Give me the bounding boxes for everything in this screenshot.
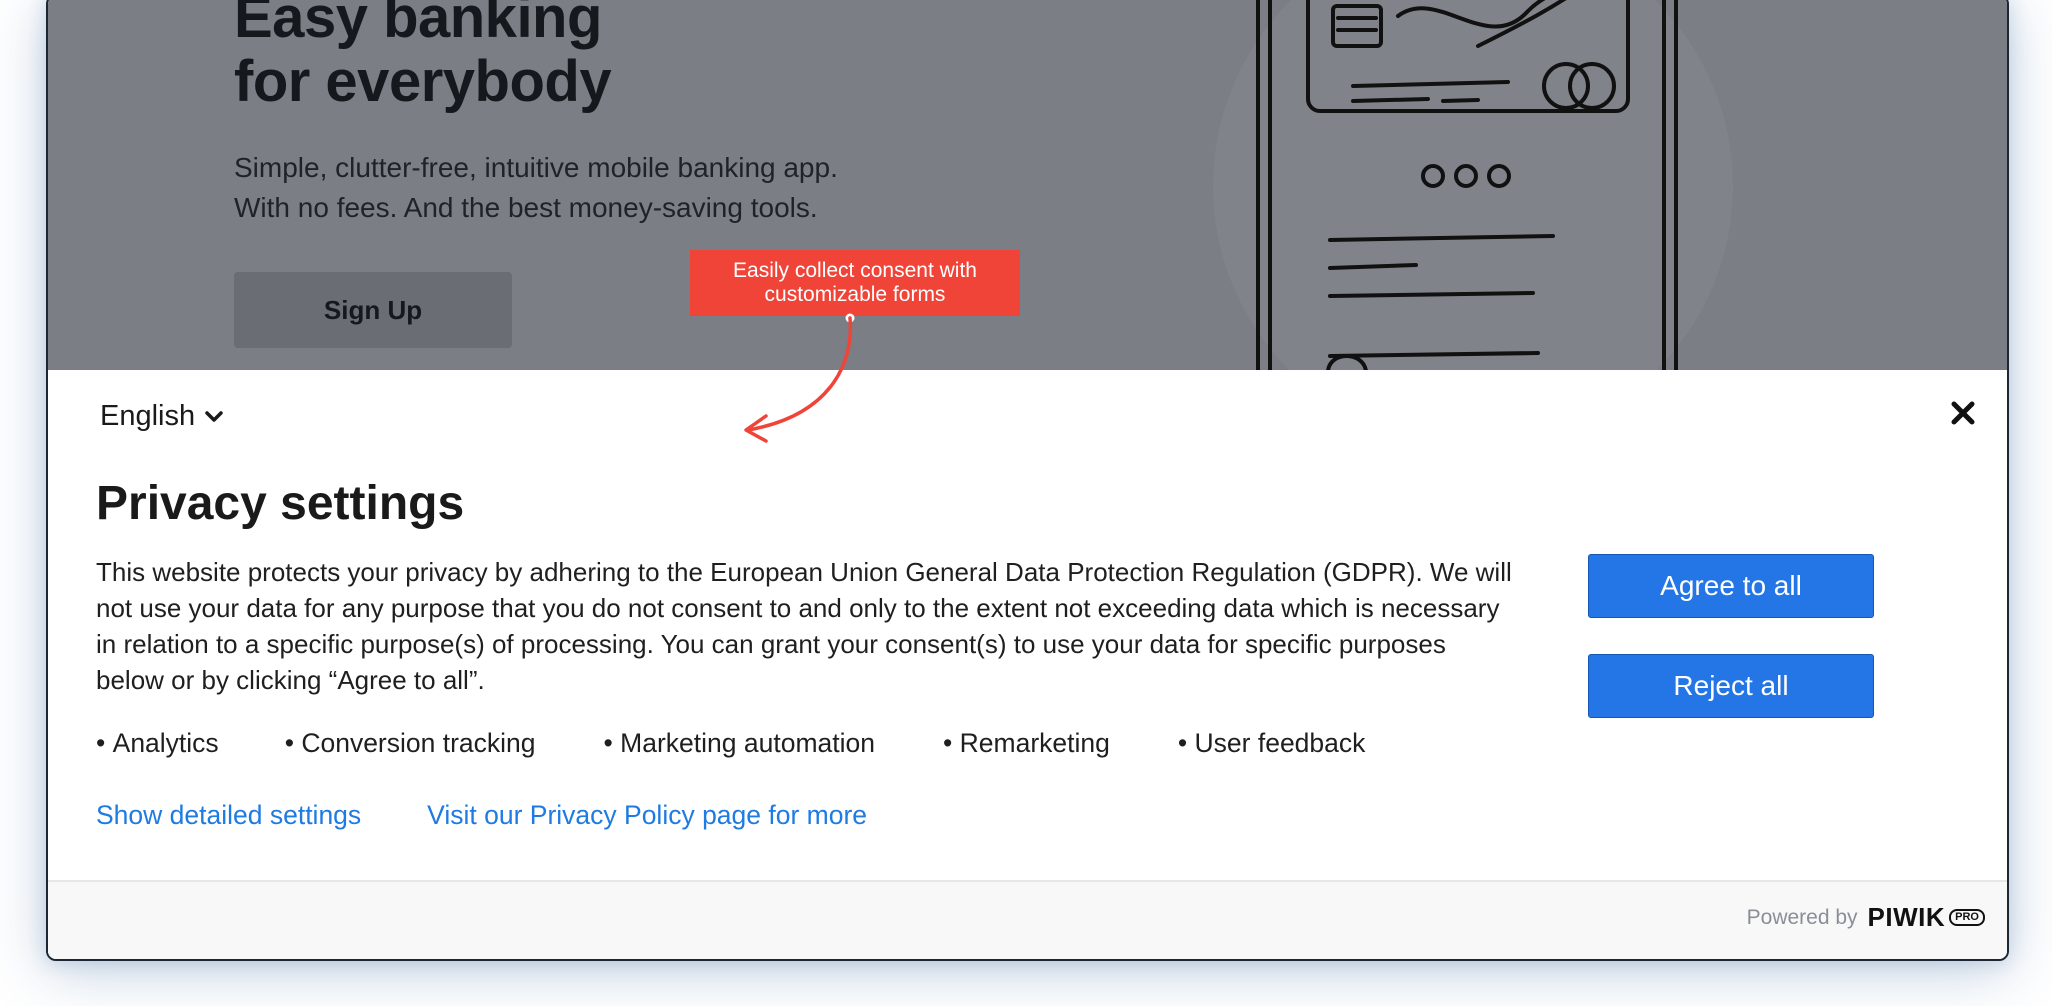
hero-title: Easy banking for everybody	[234, 0, 612, 114]
purpose-item: Marketing automation	[604, 728, 875, 759]
purpose-item: Analytics	[96, 728, 219, 759]
purpose-item: User feedback	[1178, 728, 1366, 759]
privacy-banner: English Privacy settings This website pr…	[48, 370, 2007, 959]
powered-by: Powered by PIWIK PRO	[1747, 902, 1985, 933]
hero-section: Easy banking for everybody Simple, clutt…	[48, 0, 2007, 370]
callout-arrow-icon	[744, 313, 855, 443]
hero-subtitle-line2: With no fees. And the best money-saving …	[234, 192, 818, 223]
hero-title-line2: for everybody	[234, 49, 612, 114]
powered-by-label: Powered by	[1746, 905, 1858, 929]
banner-footer: Powered by PIWIK PRO	[48, 880, 2007, 959]
language-label: English	[100, 400, 196, 432]
hero-subtitle-line1: Simple, clutter-free, intuitive mobile b…	[234, 152, 838, 183]
reject-all-button[interactable]: Reject all	[1588, 654, 1874, 718]
hero-subtitle: Simple, clutter-free, intuitive mobile b…	[234, 148, 838, 228]
purpose-item: Conversion tracking	[285, 728, 535, 759]
piwik-logo: PIWIK	[1867, 902, 1946, 932]
purpose-item: Remarketing	[943, 728, 1110, 759]
piwik-pro-badge: PRO	[1949, 909, 1985, 926]
privacy-policy-link[interactable]: Visit our Privacy Policy page for more	[427, 800, 867, 831]
close-icon[interactable]	[1950, 400, 1976, 426]
callout-line1: Easily collect consent with	[733, 259, 977, 282]
language-select[interactable]: English	[100, 400, 223, 433]
phone-illustration	[1213, 0, 1733, 370]
callout-line2: customizable forms	[764, 283, 946, 306]
show-detailed-settings-link[interactable]: Show detailed settings	[96, 800, 361, 831]
banner-description: This website protects your privacy by ad…	[96, 557, 1512, 695]
agree-to-all-button[interactable]: Agree to all	[1588, 554, 1874, 618]
signup-button[interactable]: Sign Up	[234, 272, 512, 348]
chevron-down-icon	[205, 410, 223, 422]
purpose-list: Analytics Conversion tracking Marketing …	[96, 728, 1366, 759]
hero-title-line1: Easy banking	[234, 0, 602, 50]
banner-title: Privacy settings	[96, 477, 465, 530]
banner-links: Show detailed settings Visit our Privacy…	[96, 800, 867, 831]
browser-frame: Easy banking for everybody Simple, clutt…	[46, 0, 2009, 961]
